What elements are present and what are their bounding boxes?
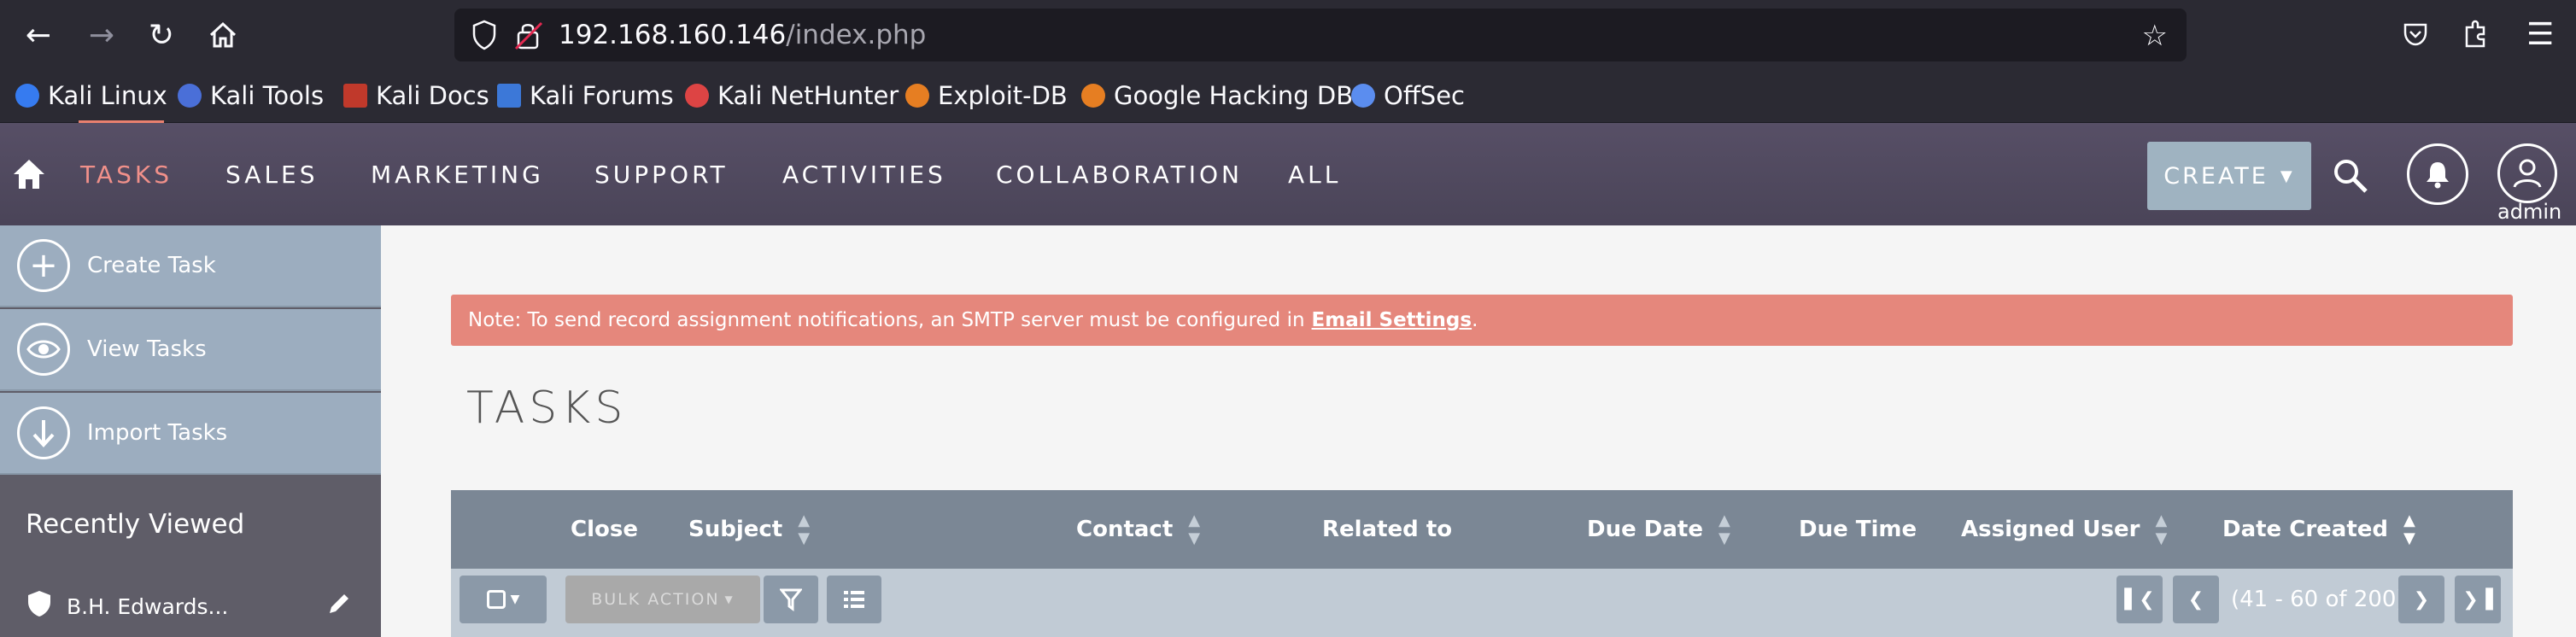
checkbox-icon [486, 590, 506, 609]
browser-toolbar: ← → ↻ 192.168.160.146/index.php ☆ ☰ [0, 0, 2576, 70]
bookmark-kali-linux[interactable]: Kali Linux [15, 79, 167, 113]
nav-support[interactable]: SUPPORT [594, 123, 729, 225]
prev-page-icon[interactable]: ❮ [2173, 576, 2219, 623]
sidebar: + Create Task View Tasks Import Tasks [0, 225, 381, 637]
bulk-action-button[interactable]: BULK ACTION ▼ [565, 576, 760, 623]
sort-icon: ▲ ▼ [2155, 511, 2168, 547]
bookmark-kali-nethunter[interactable]: Kali NetHunter [685, 79, 899, 113]
shield-icon[interactable] [471, 20, 497, 54]
nav-all[interactable]: ALL [1288, 123, 1341, 225]
column-chooser-icon[interactable] [827, 576, 881, 623]
pocket-icon[interactable] [2402, 20, 2429, 51]
column-due-time: Due Time [1799, 517, 1917, 542]
plus-icon: + [17, 239, 70, 292]
column-assigned-user[interactable]: Assigned User ▲ ▼ [1961, 490, 2167, 569]
eye-icon [17, 323, 70, 376]
column-subject[interactable]: Subject ▲ ▼ [688, 490, 810, 569]
url-text: 192.168.160.146/index.php [559, 20, 927, 50]
nav-collaboration[interactable]: COLLABORATION [996, 123, 1243, 225]
ghdb-icon [1081, 84, 1105, 108]
nav-sales[interactable]: SALES [225, 123, 319, 225]
forward-icon[interactable]: → [80, 14, 123, 56]
create-button[interactable]: CREATE ▼ [2147, 142, 2311, 210]
extensions-icon[interactable] [2462, 19, 2489, 53]
exploit-db-icon [905, 84, 929, 108]
bookmark-kali-tools[interactable]: Kali Tools [178, 79, 324, 113]
filter-icon[interactable] [764, 576, 818, 623]
download-arrow-icon [17, 406, 70, 459]
bookmark-exploit-db[interactable]: Exploit-DB [905, 79, 1068, 113]
kali-forums-icon [497, 84, 521, 108]
caret-down-icon: ▼ [724, 593, 735, 605]
kali-dragon-icon [15, 84, 39, 108]
sidebar-create-task[interactable]: + Create Task [0, 225, 381, 307]
column-due-date[interactable]: Due Date ▲ ▼ [1587, 490, 1730, 569]
search-icon[interactable] [2332, 157, 2369, 198]
insecure-lock-icon[interactable] [514, 20, 543, 54]
column-date-created[interactable]: Date Created ▲ ▼ [2222, 490, 2415, 569]
list-header: Close Subject ▲ ▼ Contact ▲ ▼ Related to Due… [451, 490, 2513, 569]
offsec-icon [1351, 84, 1375, 108]
bookmark-star-icon[interactable]: ☆ [2142, 19, 2168, 53]
reload-icon[interactable]: ↻ [140, 14, 183, 56]
recently-viewed-heading: Recently Viewed [26, 509, 245, 540]
shield-icon [26, 589, 53, 623]
menu-icon[interactable]: ☰ [2526, 17, 2554, 52]
list-toolbar: ▼ BULK ACTION ▼ ▌❮ ❮ (41 - 60 of 200) ❯ … [451, 569, 2513, 637]
kali-tools-icon [178, 84, 202, 108]
recently-viewed-item[interactable]: B.H. Edwards... [26, 589, 228, 623]
page-title: TASKS [466, 383, 628, 434]
home-icon[interactable] [202, 14, 244, 56]
select-checkbox-dropdown[interactable]: ▼ [460, 576, 547, 623]
kali-docs-icon [343, 84, 367, 108]
user-avatar-icon[interactable] [2497, 143, 2557, 203]
column-contact[interactable]: Contact ▲ ▼ [1076, 490, 1200, 569]
next-page-icon[interactable]: ❯ [2398, 576, 2444, 623]
sort-icon: ▲ ▼ [1718, 511, 1730, 547]
back-icon[interactable]: ← [17, 14, 60, 56]
bookmark-google-hacking-db[interactable]: Google Hacking DB [1081, 79, 1353, 113]
smtp-notice: Note: To send record assignment notifica… [451, 295, 2513, 346]
sidebar-view-tasks[interactable]: View Tasks [0, 309, 381, 391]
sort-icon: ▲ ▼ [798, 511, 811, 547]
nav-marketing[interactable]: MARKETING [371, 123, 544, 225]
edit-pencil-icon[interactable] [326, 591, 352, 620]
bookmark-kali-docs[interactable]: Kali Docs [343, 79, 489, 113]
sort-desc-icon: ▲ ▼ [2403, 511, 2415, 547]
nav-tasks[interactable]: TASKS [80, 123, 173, 225]
sort-icon: ▲ ▼ [1188, 511, 1201, 547]
email-settings-link[interactable]: Email Settings [1312, 309, 1472, 331]
bookmark-offsec[interactable]: OffSec [1351, 79, 1465, 113]
nethunter-icon [685, 84, 709, 108]
user-label: admin [2497, 200, 2562, 224]
sidebar-import-tasks[interactable]: Import Tasks [0, 393, 381, 475]
nav-activities[interactable]: ACTIVITIES [782, 123, 946, 225]
bookmark-kali-forums[interactable]: Kali Forums [497, 79, 674, 113]
last-page-icon[interactable]: ❯▐ [2455, 576, 2501, 623]
caret-down-icon: ▼ [510, 593, 520, 606]
address-bar[interactable]: 192.168.160.146/index.php ☆ [454, 9, 2187, 61]
home-icon[interactable] [12, 157, 46, 195]
column-related-to: Related to [1322, 517, 1453, 542]
caret-down-icon: ▼ [2280, 167, 2295, 185]
first-page-icon[interactable]: ▌❮ [2116, 576, 2163, 623]
notifications-bell-icon[interactable] [2407, 143, 2468, 205]
pagination-info: (41 - 60 of 200) [2231, 587, 2405, 612]
column-close: Close [571, 517, 638, 542]
